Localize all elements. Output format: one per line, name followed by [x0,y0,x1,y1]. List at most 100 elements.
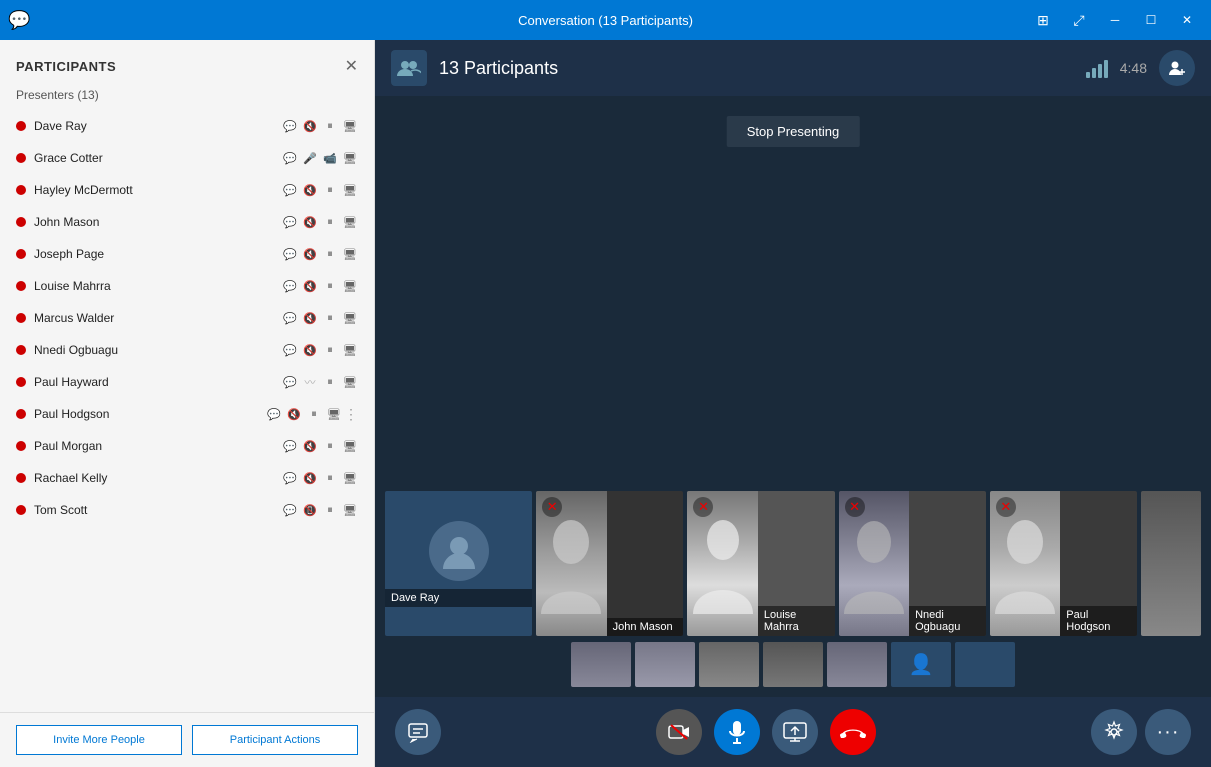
pause-icon[interactable]: ⏸ [322,344,338,357]
chat-icon[interactable]: 💬 [282,152,298,165]
sidebar-close-btn[interactable]: ✕ [345,56,358,76]
video-thumb[interactable] [699,642,759,687]
screen-icon[interactable]: 🖥 [342,376,358,389]
video-thumb[interactable] [827,642,887,687]
chat-icon[interactable]: 💬 [282,504,298,517]
video-tile-nnedi-ogbuagu[interactable]: ✕ Nnedi Ogbuagu [839,491,986,636]
pause-icon[interactable]: ⏸ [306,408,322,421]
screen-icon[interactable]: 🖥 [342,280,358,293]
mic-icon[interactable]: 🔇 [302,184,318,197]
pause-icon[interactable]: ⏸ [322,312,338,325]
screen-icon[interactable]: 🖥 [342,248,358,261]
mic-icon[interactable]: 🔇 [302,440,318,453]
pause-icon[interactable]: ⏸ [322,184,338,197]
video-thumb[interactable] [571,642,631,687]
chat-icon[interactable]: 💬 [282,376,298,389]
video-tile-extra[interactable] [1141,491,1201,636]
video-thumb[interactable] [763,642,823,687]
restore-btn[interactable]: ☐ [1135,5,1167,35]
video-thumb[interactable] [635,642,695,687]
close-btn[interactable]: ✕ [1171,5,1203,35]
pause-icon[interactable]: ⏸ [322,472,338,485]
stop-presenting-button[interactable]: Stop Presenting [727,116,860,147]
chat-icon[interactable]: 💬 [282,440,298,453]
video-tile-paul-hodgson[interactable]: ✕ Paul Hodgson [990,491,1137,636]
toggle-mic-button[interactable] [714,709,760,755]
chat-icon[interactable]: 💬 [282,312,298,325]
participant-controls: 💬 🔇 ⏸ 🖥 [282,248,358,261]
chat-icon[interactable]: 💬 [282,344,298,357]
screen-icon[interactable]: 🖥 [342,184,358,197]
mic-icon[interactable]: 〰 [302,374,318,390]
screen-icon[interactable]: 🖥 [342,472,358,485]
participant-actions-button[interactable]: Participant Actions [192,725,358,755]
participant-controls: 💬 🔇 ⏸ 🖥 [282,280,358,293]
participant-controls: 💬 🔇 ⏸ 🖥 [282,216,358,229]
chat-icon[interactable]: 💬 [282,280,298,293]
participant-name: Louise Mahrra [34,279,282,293]
chat-icon[interactable]: 💬 [282,120,298,133]
chat-icon[interactable]: 💬 [282,248,298,261]
avatar [429,521,489,581]
chat-icon[interactable]: 💬 [266,408,282,421]
add-participant-button[interactable] [1159,50,1195,86]
video-icon[interactable]: 📹 [322,152,338,165]
participant-name: Grace Cotter [34,151,282,165]
mic-icon[interactable]: 🔇 [302,248,318,261]
pause-icon[interactable]: ⏸ [322,280,338,293]
more-options-icon[interactable]: ⋮ [344,406,358,423]
screen-icon[interactable]: 🖥 [342,216,358,229]
pause-icon[interactable]: ⏸ [322,248,338,261]
pause-icon[interactable]: ⏸ [322,504,338,517]
settings-button[interactable] [1091,709,1137,755]
participant-name: Marcus Walder [34,311,282,325]
end-call-button[interactable] [830,709,876,755]
chat-icon[interactable]: 💬 [282,216,298,229]
maximize-snap-btn[interactable]: ⤢ [1063,5,1095,35]
mic-icon[interactable]: 🎤 [302,152,318,165]
pause-icon[interactable]: ⏸ [322,120,338,133]
video-tile-louise-mahrra[interactable]: ✕ Louise Mahrra [687,491,834,636]
more-options-button[interactable]: ··· [1145,709,1191,755]
chat-icon[interactable]: 💬 [282,472,298,485]
call-timer: 4:48 [1120,60,1147,76]
video-thumb[interactable]: 👤 [891,642,951,687]
invite-people-button[interactable]: Invite More People [16,725,182,755]
pause-icon[interactable]: ⏸ [322,216,338,229]
chat-icon[interactable]: 💬 [282,184,298,197]
video-tile-john-mason[interactable]: ✕ John Mason [536,491,683,636]
mute-indicator: ✕ [996,497,1016,517]
list-item: Louise Mahrra 💬 🔇 ⏸ 🖥 [8,270,366,302]
chat-button[interactable] [395,709,441,755]
mic-icon[interactable]: 🔇 [302,344,318,357]
mic-icon[interactable]: 🔇 [302,312,318,325]
screen-icon[interactable]: 🖥 [342,120,358,133]
mic-icon[interactable]: 📵 [302,504,318,517]
screen-icon[interactable]: 🖥 [326,408,342,421]
mic-icon[interactable]: 🔇 [302,120,318,133]
screen-icon[interactable]: 🖥 [342,344,358,357]
mic-icon[interactable]: 🔇 [302,472,318,485]
status-dot [16,249,26,259]
minimize-btn[interactable]: ─ [1099,5,1131,35]
screen-icon[interactable]: 🖥 [342,312,358,325]
participant-name: Nnedi Ogbuagu [34,343,282,357]
snap-layouts-btn[interactable]: ⊞ [1027,5,1059,35]
pause-icon[interactable]: ⏸ [322,440,338,453]
video-tile-dave-ray[interactable]: Dave Ray [385,491,532,636]
mic-icon[interactable]: 🔇 [302,216,318,229]
participants-sidebar: PARTICIPANTS ✕ Presenters (13) Dave Ray … [0,40,375,767]
screen-icon[interactable]: 🖥 [342,440,358,453]
video-thumb[interactable] [955,642,1015,687]
presenters-label: Presenters (13) [0,84,374,110]
mic-icon[interactable]: 🔇 [286,408,302,421]
screen-icon[interactable]: 🖥 [342,152,358,165]
toggle-video-button[interactable] [656,709,702,755]
share-screen-button[interactable] [772,709,818,755]
pause-icon[interactable]: ⏸ [322,376,338,389]
mic-icon[interactable]: 🔇 [302,280,318,293]
screen-icon[interactable]: 🖥 [342,504,358,517]
status-dot [16,281,26,291]
window-controls: ⊞ ⤢ ─ ☐ ✕ [1027,5,1203,35]
video-name-label: Paul Hodgson [1060,606,1137,636]
